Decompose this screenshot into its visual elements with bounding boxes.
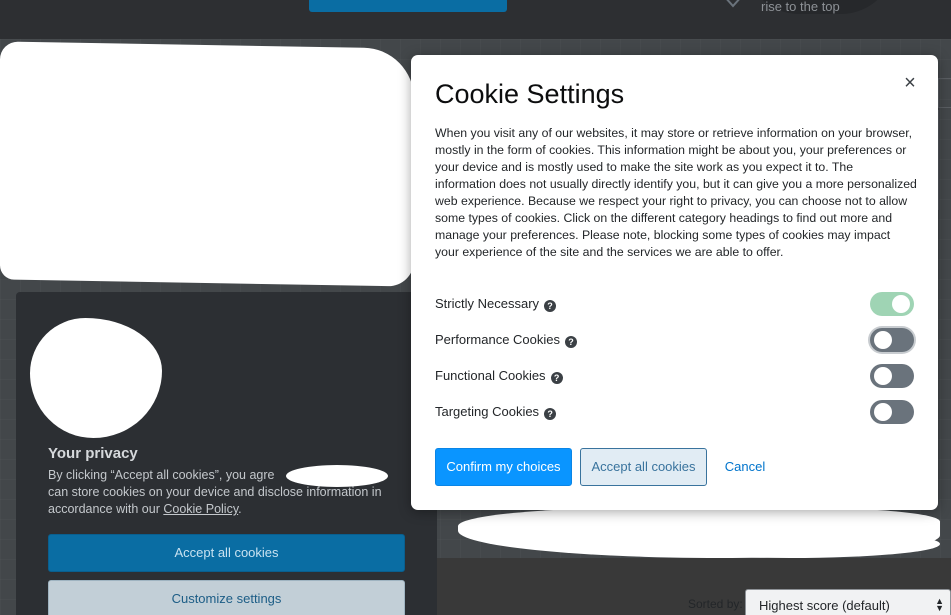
help-icon[interactable]: ? [565,336,577,348]
accept-all-cookies-button[interactable]: Accept all cookies [580,448,707,486]
toggle-performance[interactable] [870,328,914,352]
category-label[interactable]: Performance Cookies? [435,332,577,348]
toggle-functional[interactable] [870,364,914,388]
close-icon[interactable]: × [900,72,920,94]
toggle-strictly-necessary[interactable] [870,292,914,316]
cookie-settings-modal: Cookie Settings × When you visit any of … [411,55,938,510]
privacy-text-part-1: By clicking “Accept all cookies”, you ag… [48,468,275,482]
category-label[interactable]: Targeting Cookies? [435,404,557,420]
page-edge-control [938,78,951,108]
sort-select-value: Highest score (default) [759,598,890,613]
category-strictly-necessary[interactable]: Strictly Necessary? [435,290,915,318]
toggle-knob [874,367,892,385]
sort-label: Sorted by: [688,597,743,611]
top-bar-button[interactable] [309,0,507,12]
redacted-text [286,465,388,487]
redacted-area [0,41,414,287]
banner-accept-all-button[interactable]: Accept all cookies [48,534,405,572]
category-functional[interactable]: Functional Cookies? [435,362,915,390]
modal-description: When you visit any of our websites, it m… [435,126,917,259]
top-bar-hint: rise to the top [761,0,840,14]
sort-select[interactable]: Highest score (default) ▲ ▼ [745,589,951,615]
select-arrows-icon: ▲ ▼ [935,596,944,613]
cookie-policy-link[interactable]: Cookie Policy [163,502,238,516]
redacted-area [640,530,940,558]
page-edge-divider [938,110,951,210]
help-icon[interactable]: ? [550,372,563,384]
top-bar: rise to the top [0,0,951,39]
modal-title: Cookie Settings [435,79,625,109]
help-icon[interactable]: ? [544,300,557,312]
confirm-choices-button[interactable]: Confirm my choices [435,448,572,486]
privacy-text-end: . [238,502,242,516]
privacy-title: Your privacy [48,445,138,462]
toggle-targeting[interactable] [870,400,914,424]
category-targeting[interactable]: Targeting Cookies? [435,398,915,426]
category-label[interactable]: Strictly Necessary? [435,296,557,312]
toggle-knob [874,403,892,421]
help-icon[interactable]: ? [544,408,557,420]
customize-settings-button[interactable]: Customize settings [48,580,405,615]
category-label[interactable]: Functional Cookies? [435,368,563,384]
category-performance[interactable]: Performance Cookies? [435,326,915,354]
toggle-knob [874,331,892,349]
chevron-down-icon [726,0,740,8]
toggle-knob [892,295,910,313]
cancel-button[interactable]: Cancel [717,448,773,486]
